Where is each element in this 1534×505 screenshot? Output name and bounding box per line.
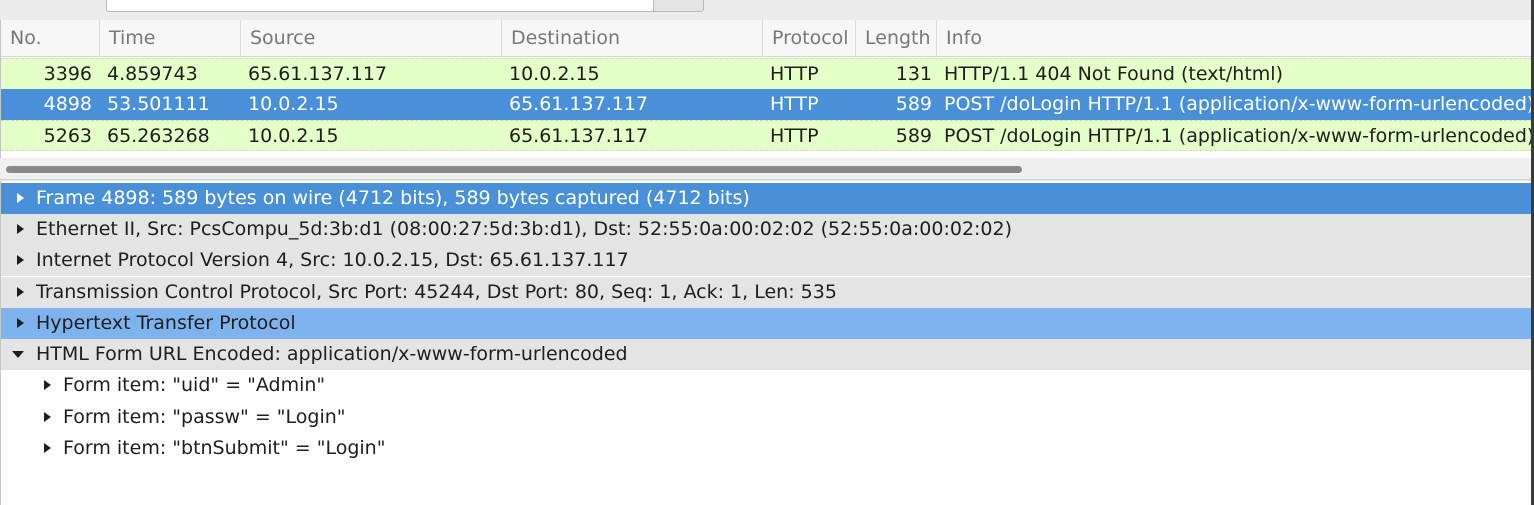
column-header-source[interactable]: Source xyxy=(241,20,502,57)
tree-item-form-uid[interactable]: Form item: "uid" = "Admin" xyxy=(1,370,1532,401)
tree-item-label: HTML Form URL Encoded: application/x-www… xyxy=(36,343,628,365)
packet-list: No. Time Source Destination Protocol Len… xyxy=(0,20,1532,158)
tree-item-form-passw[interactable]: Form item: "passw" = "Login" xyxy=(1,402,1532,433)
column-header-time[interactable]: Time xyxy=(100,20,241,57)
tree-item-label: Hypertext Transfer Protocol xyxy=(36,312,296,334)
packet-source: 65.61.137.117 xyxy=(248,63,388,85)
tree-item-form-btnsubmit[interactable]: Form item: "btnSubmit" = "Login" xyxy=(1,433,1532,464)
packet-length: 589 xyxy=(895,93,932,115)
expand-arrow-icon[interactable] xyxy=(41,402,55,433)
packet-protocol: HTTP xyxy=(770,63,819,85)
packet-list-header: No. Time Source Destination Protocol Len… xyxy=(1,20,1532,57)
column-header-info[interactable]: Info xyxy=(937,20,1532,57)
packet-row-selected[interactable]: 4898 53.501111 10.0.2.15 65.61.137.117 H… xyxy=(1,89,1532,120)
expand-arrow-icon[interactable] xyxy=(14,214,28,245)
expand-arrow-icon[interactable] xyxy=(14,183,28,214)
packet-no: 5263 xyxy=(43,125,92,147)
packet-length: 131 xyxy=(895,63,932,85)
tree-item-label: Internet Protocol Version 4, Src: 10.0.2… xyxy=(36,249,629,271)
packet-details-tree: Frame 4898: 589 bytes on wire (4712 bits… xyxy=(0,181,1532,505)
packet-list-horizontal-scrollbar[interactable] xyxy=(0,158,1531,180)
column-header-no[interactable]: No. xyxy=(1,20,100,57)
packet-protocol: HTTP xyxy=(770,93,819,115)
packet-time: 53.501111 xyxy=(107,93,210,115)
packet-destination: 65.61.137.117 xyxy=(509,125,649,147)
filter-dropdown-button[interactable] xyxy=(653,0,704,12)
column-header-length[interactable]: Length xyxy=(856,20,937,57)
tree-item-label: Transmission Control Protocol, Src Port:… xyxy=(36,281,837,303)
packet-no: 3396 xyxy=(43,63,92,85)
expand-arrow-icon[interactable] xyxy=(41,370,55,401)
packet-destination: 65.61.137.117 xyxy=(509,93,649,115)
packet-row[interactable]: 3396 4.859743 65.61.137.117 10.0.2.15 HT… xyxy=(1,58,1532,89)
packet-no: 4898 xyxy=(43,93,92,115)
packet-destination: 10.0.2.15 xyxy=(509,63,600,85)
scrollbar-thumb[interactable] xyxy=(6,166,1022,173)
tree-item-label: Form item: "passw" = "Login" xyxy=(63,406,346,428)
packet-length: 589 xyxy=(895,125,932,147)
tree-item-label: Form item: "uid" = "Admin" xyxy=(63,374,326,396)
packet-info: HTTP/1.1 404 Not Found (text/html) xyxy=(944,63,1283,85)
column-header-destination[interactable]: Destination xyxy=(502,20,763,57)
packet-time: 65.263268 xyxy=(107,125,210,147)
expand-arrow-icon[interactable] xyxy=(14,277,28,308)
expand-arrow-icon[interactable] xyxy=(41,433,55,464)
packet-row[interactable]: 5263 65.263268 10.0.2.15 65.61.137.117 H… xyxy=(1,120,1532,151)
packet-time: 4.859743 xyxy=(107,63,198,85)
packet-source: 10.0.2.15 xyxy=(248,93,339,115)
tree-item-label: Ethernet II, Src: PcsCompu_5d:3b:d1 (08:… xyxy=(36,218,1013,240)
packet-info: POST /doLogin HTTP/1.1 (application/x-ww… xyxy=(944,125,1532,147)
tree-item-ethernet[interactable]: Ethernet II, Src: PcsCompu_5d:3b:d1 (08:… xyxy=(1,214,1532,245)
collapse-arrow-icon[interactable] xyxy=(12,339,26,370)
tree-item-ipv4[interactable]: Internet Protocol Version 4, Src: 10.0.2… xyxy=(1,245,1532,276)
tree-item-tcp[interactable]: Transmission Control Protocol, Src Port:… xyxy=(1,277,1532,308)
tree-item-label: Frame 4898: 589 bytes on wire (4712 bits… xyxy=(36,187,750,209)
expand-arrow-icon[interactable] xyxy=(14,308,28,339)
expand-arrow-icon[interactable] xyxy=(14,245,28,276)
tree-item-label: Form item: "btnSubmit" = "Login" xyxy=(63,437,386,459)
tree-item-html-form[interactable]: HTML Form URL Encoded: application/x-www… xyxy=(1,339,1532,370)
packet-source: 10.0.2.15 xyxy=(248,125,339,147)
packet-protocol: HTTP xyxy=(770,125,819,147)
tree-item-http[interactable]: Hypertext Transfer Protocol xyxy=(1,308,1532,339)
packet-info: POST /doLogin HTTP/1.1 (application/x-ww… xyxy=(944,93,1532,115)
tree-item-frame[interactable]: Frame 4898: 589 bytes on wire (4712 bits… xyxy=(1,183,1532,214)
display-filter-bar xyxy=(0,0,1534,20)
column-header-protocol[interactable]: Protocol xyxy=(763,20,856,57)
display-filter-input[interactable] xyxy=(106,0,654,12)
